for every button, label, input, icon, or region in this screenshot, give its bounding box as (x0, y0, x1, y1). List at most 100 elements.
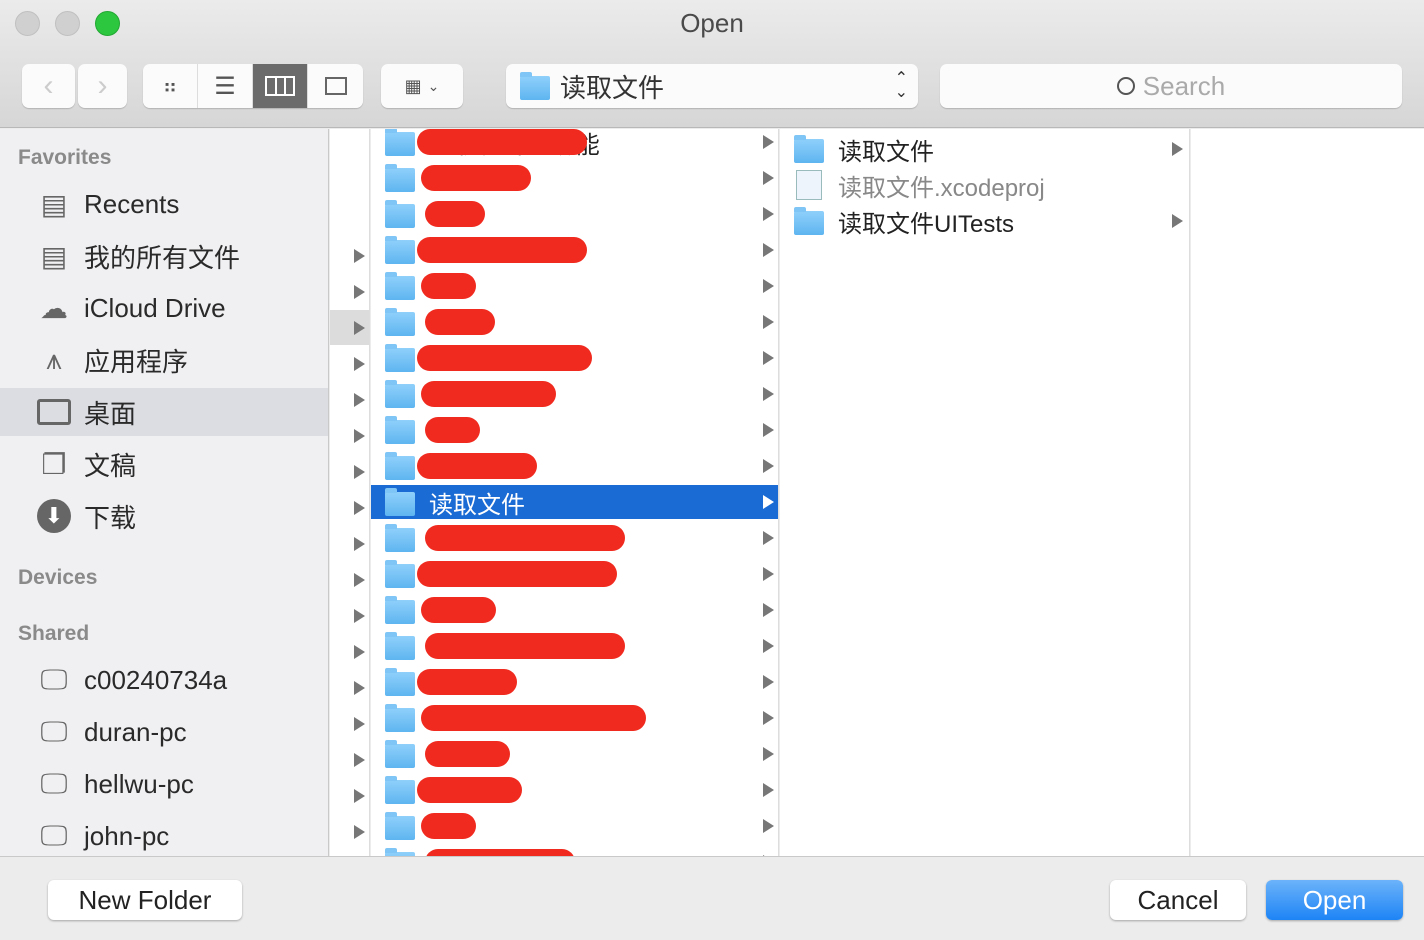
sidebar-item-applications[interactable]: ⩚ 应用程序 (0, 336, 328, 384)
chevron-down-icon: ⌄ (427, 77, 440, 94)
sidebar-item-shared[interactable]: 🖵 hellwu-pc (0, 760, 328, 808)
folder-icon (385, 344, 415, 372)
folder-icon (794, 135, 824, 163)
folder-icon (385, 560, 415, 588)
arrange-button[interactable]: ▦ ⌄ (381, 64, 463, 108)
folder-icon (385, 632, 415, 660)
folder-icon (385, 164, 415, 192)
list-item[interactable]: 60秒倒计时功能 (371, 129, 778, 159)
folder-icon (385, 452, 415, 480)
coverflow-icon (324, 77, 347, 95)
redaction-mark (421, 273, 476, 299)
cancel-button[interactable]: Cancel (1110, 880, 1246, 920)
redaction-mark (425, 417, 480, 443)
list-item[interactable] (371, 665, 778, 699)
list-item[interactable]: 读取文件 (371, 485, 778, 519)
sidebar-item-icloud[interactable]: ☁ iCloud Drive (0, 284, 328, 332)
shared-header: Shared (18, 622, 90, 645)
forward-button[interactable]: › (78, 64, 127, 108)
disclosure-arrow-icon (1172, 142, 1183, 156)
redaction-mark (417, 345, 592, 371)
disclosure-arrow-icon (354, 789, 365, 803)
list-item[interactable] (371, 701, 778, 735)
disclosure-arrow-icon (354, 429, 365, 443)
folder-icon (385, 236, 415, 264)
list-item[interactable] (371, 341, 778, 375)
computer-icon: 🖵 (40, 767, 68, 799)
folder-icon (385, 488, 415, 516)
search-icon (1116, 77, 1135, 95)
disclosure-arrow-icon (763, 351, 774, 365)
disclosure-arrow-icon (354, 357, 365, 371)
sidebar-item-shared[interactable]: 🖵 c00240734a (0, 656, 328, 704)
list-view-button[interactable]: ☰ (198, 64, 253, 108)
list-item[interactable] (371, 593, 778, 627)
list-item[interactable] (371, 269, 778, 303)
list-item[interactable]: 读取文件 (780, 132, 1189, 166)
list-item[interactable] (371, 413, 778, 447)
list-item[interactable] (371, 629, 778, 663)
folder-icon (385, 596, 415, 624)
list-item[interactable] (371, 305, 778, 339)
path-label: 读取文件 (560, 72, 665, 103)
open-button[interactable]: Open (1266, 880, 1403, 920)
disclosure-arrow-icon (763, 603, 774, 617)
folder-icon (385, 416, 415, 444)
disclosure-arrow-icon (354, 537, 365, 551)
footer-bar: New Folder Cancel Open (0, 856, 1424, 940)
disclosure-arrow-icon (763, 531, 774, 545)
sidebar-item-documents[interactable]: ❐ 文稿 (0, 440, 328, 488)
sidebar-item-recents[interactable]: ▤ Recents (0, 180, 328, 228)
column-parent[interactable] (330, 129, 370, 856)
list-item[interactable] (371, 737, 778, 771)
back-button[interactable]: ‹ (22, 64, 75, 108)
redaction-mark (417, 561, 617, 587)
disclosure-arrow-icon (763, 135, 774, 149)
column-desktop[interactable]: 60秒倒计时功能读取文件 (371, 129, 779, 856)
coverflow-view-button[interactable] (308, 64, 363, 108)
column-read-file[interactable]: 读取文件 读取文件.xcodeproj 读取文件UITests (780, 129, 1190, 856)
computer-icon: 🖵 (40, 663, 68, 695)
list-item[interactable] (371, 233, 778, 267)
disclosure-arrow-icon (763, 423, 774, 437)
sidebar-item-shared[interactable]: 🖵 duran-pc (0, 708, 328, 756)
list-item[interactable] (371, 377, 778, 411)
sidebar-item-label: 应用程序 (84, 346, 189, 377)
list-item[interactable]: 读取文件.xcodeproj (780, 168, 1189, 202)
search-field[interactable]: Search (940, 64, 1402, 108)
folder-icon (385, 308, 415, 336)
sidebar-item-downloads[interactable]: ⬇ 下载 (0, 492, 328, 540)
column-view-button[interactable] (253, 64, 308, 108)
redaction-mark (425, 741, 510, 767)
list-item[interactable] (371, 809, 778, 843)
sidebar-item-all-files[interactable]: ▤ 我的所有文件 (0, 232, 328, 280)
sidebar-item-shared[interactable]: 🖵 john-pc (0, 812, 328, 860)
list-item[interactable] (371, 557, 778, 591)
icon-view-button[interactable]: ⠶ (143, 64, 198, 108)
folder-icon (385, 380, 415, 408)
path-popup[interactable]: 读取文件 ⌃ ⌄ (506, 64, 918, 108)
disclosure-arrow-icon (354, 501, 365, 515)
folder-icon (520, 72, 550, 100)
list-item[interactable]: 读取文件UITests (780, 204, 1189, 238)
list-item[interactable] (371, 845, 778, 856)
folder-icon (794, 207, 824, 235)
sidebar-item-desktop[interactable]: 桌面 (0, 388, 328, 436)
folder-icon (385, 812, 415, 840)
list-item[interactable] (371, 197, 778, 231)
folder-icon (385, 272, 415, 300)
redaction-mark (417, 453, 537, 479)
list-item[interactable] (371, 449, 778, 483)
folder-icon (385, 200, 415, 228)
applications-icon: ⩚ (46, 343, 62, 375)
list-item[interactable] (371, 773, 778, 807)
redaction-mark (421, 597, 496, 623)
disclosure-arrow-icon (354, 825, 365, 839)
devices-header: Devices (18, 566, 98, 589)
column-empty (1191, 129, 1424, 856)
new-folder-button[interactable]: New Folder (48, 880, 242, 920)
sidebar-item-label: c00240734a (84, 664, 228, 695)
list-item[interactable] (371, 521, 778, 555)
list-item[interactable] (371, 161, 778, 195)
item-name: 读取文件 (429, 491, 525, 519)
